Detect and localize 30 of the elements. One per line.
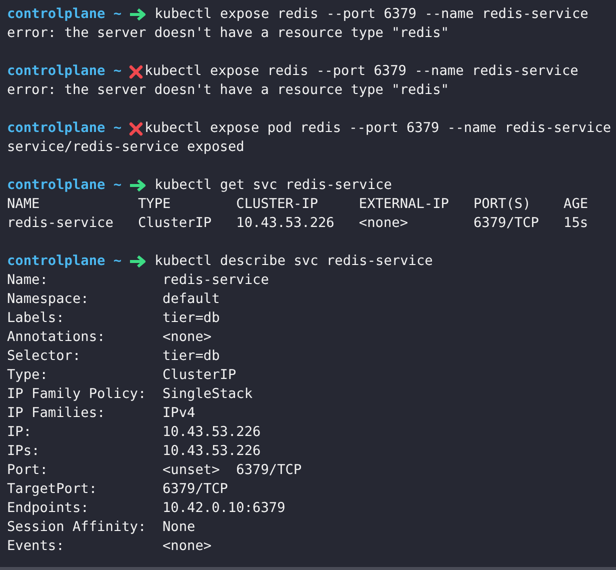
prompt-host: controlplane ~ (7, 62, 122, 81)
output-line: Name: redis-service (7, 271, 270, 290)
output-line: Type: ClusterIP (7, 366, 238, 385)
output-line: error: the server doesn't have a resource type "redis" (7, 81, 450, 100)
output-line: Labels: tier=db (7, 309, 221, 328)
output-line: redis-service ClusterIP 10.43.53.226 <none> 6379/TCP 15s (7, 214, 590, 233)
output-line: IP Family Policy: SingleStack (7, 385, 254, 404)
command-text: kubectl expose redis --port 6379 --name redis-service (144, 62, 578, 81)
output-line: Session Affinity: None (7, 518, 196, 537)
prompt-host: controlplane ~ (7, 119, 122, 138)
output-line: service/redis-service exposed (7, 138, 246, 157)
prompt-host: controlplane ~ (7, 252, 122, 271)
command-text: kubectl expose pod redis --port 6379 --name redis-service (144, 119, 612, 138)
output-line: Selector: tier=db (7, 347, 221, 366)
output-line: Port: <unset> 6379/TCP (7, 461, 303, 480)
output-line: NAME TYPE CLUSTER-IP EXTERNAL-IP PORT(S) AGE (7, 195, 590, 214)
output-line: TargetPort: 6379/TCP (7, 480, 229, 499)
command-text: kubectl expose redis --port 6379 --name redis-service (154, 5, 588, 24)
output-line: error: the server doesn't have a resource type "redis" (7, 24, 450, 43)
command-text: kubectl describe svc redis-service (154, 252, 433, 271)
output-line: IP: 10.43.53.226 (7, 423, 262, 442)
prompt-host: controlplane ~ (7, 5, 122, 24)
command-text: kubectl get svc redis-service (154, 176, 392, 195)
output-line: Endpoints: 10.42.0.10:6379 (7, 499, 286, 518)
output-line: IPs: 10.43.53.226 (7, 442, 262, 461)
output-line: IP Families: IPv4 (7, 404, 196, 423)
output-line: Annotations: <none> (7, 328, 213, 347)
prompt-host: controlplane ~ (7, 176, 122, 195)
output-line: Namespace: default (7, 290, 221, 309)
output-line: Events: <none> (7, 537, 213, 556)
